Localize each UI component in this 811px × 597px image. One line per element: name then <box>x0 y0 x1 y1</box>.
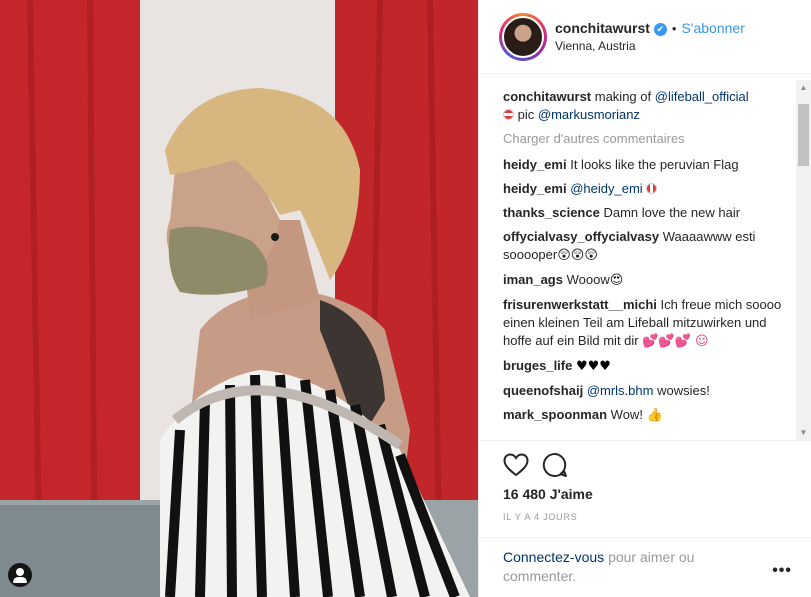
caption: conchitawurst making of @lifeball_offici… <box>503 88 785 124</box>
post-timestamp[interactable]: IL Y A 4 JOURS <box>503 512 578 522</box>
avatar-story-ring[interactable] <box>499 13 547 61</box>
scroll-up-arrow-icon[interactable]: ▲ <box>796 80 811 95</box>
comment-username[interactable]: offycialvasy_offycialvasy <box>503 229 659 244</box>
author-username[interactable]: conchitawurst <box>555 20 650 36</box>
comment-text: It looks like the peruvian Flag <box>570 157 739 172</box>
comment-username[interactable]: bruges_life <box>503 358 572 373</box>
comment-text: Wow! <box>610 407 643 422</box>
comment-emoji: 💕💕💕 ☺ <box>642 334 709 349</box>
comment-text: Damn love the new hair <box>603 205 741 220</box>
comment-username[interactable]: mark_spoonman <box>503 407 607 422</box>
post-sidebar: conchitawurst ✔ • S'abonner Vienna, Austria… <box>478 0 811 597</box>
avatar[interactable] <box>502 16 544 58</box>
post-header: conchitawurst ✔ • S'abonner Vienna, Austria <box>479 0 811 74</box>
comment-item: heidy_emi It looks like the peruvian Fla… <box>503 156 785 174</box>
likes-count[interactable]: 16 480 J'aime <box>503 486 593 502</box>
location-link[interactable]: Vienna, Austria <box>555 39 745 53</box>
comment-item: iman_ags Wooow😍 <box>503 271 785 290</box>
comment-item: bruges_life ♥♥♥ <box>503 357 785 376</box>
comment-text: Wooow <box>566 272 610 287</box>
login-link[interactable]: Connectez-vous <box>503 549 604 565</box>
comment-mention[interactable]: @mrls.bhm <box>587 383 654 398</box>
austria-flag-emoji-icon <box>503 109 514 120</box>
user-tag-icon[interactable] <box>8 563 32 587</box>
login-prompt: Connectez-vous pour aimer ou commenter. <box>503 548 733 586</box>
comment-item: thanks_science Damn love the new hair <box>503 204 785 222</box>
post-footer: Connectez-vous pour aimer ou commenter. … <box>479 537 811 597</box>
comments-list: conchitawurst making of @lifeball_offici… <box>503 88 785 440</box>
comment-item: heidy_emi @heidy_emi <box>503 180 785 198</box>
peru-flag-emoji-icon <box>646 183 658 194</box>
comment-username[interactable]: frisurenwerkstatt__michi <box>503 297 657 312</box>
caption-mention[interactable]: @lifeball_official <box>655 89 749 104</box>
comment-username[interactable]: heidy_emi <box>503 157 567 172</box>
post-photo[interactable] <box>0 0 478 597</box>
comment-mention[interactable]: @heidy_emi <box>570 181 642 196</box>
comment-username[interactable]: heidy_emi <box>503 181 567 196</box>
comment-emoji: 😍 <box>609 273 624 288</box>
comment-item: frisurenwerkstatt__michi Ich freue mich … <box>503 296 785 351</box>
comment-item: mark_spoonman Wow! 👍 <box>503 406 785 425</box>
follow-button[interactable]: S'abonner <box>681 20 744 36</box>
caption-text: making of <box>594 89 652 104</box>
heart-icon[interactable] <box>503 453 529 477</box>
separator: • <box>671 21 677 36</box>
comment-icon[interactable] <box>542 452 568 478</box>
comment-username[interactable]: iman_ags <box>503 272 563 287</box>
comments-scrollbar[interactable]: ▲ ▼ <box>796 80 811 440</box>
comment-emoji: 😲😲😲 <box>557 248 598 263</box>
comment-item: offycialvasy_offycialvasy Waaaawww esti … <box>503 228 785 265</box>
comment-emoji: 👍 <box>646 408 663 423</box>
comment-text: wowsies! <box>657 383 710 398</box>
caption-mention-2[interactable]: @markusmorianz <box>538 107 640 122</box>
caption-username[interactable]: conchitawurst <box>503 89 591 104</box>
comment-item: queenofshaij @mrls.bhm wowsies! <box>503 382 785 400</box>
load-more-comments-button[interactable]: Charger d'autres commentaires <box>503 130 785 148</box>
post-actions: 16 480 J'aime IL Y A 4 JOURS <box>479 440 811 540</box>
more-options-button[interactable]: ••• <box>772 562 792 580</box>
caption-text-2: pic <box>517 107 535 122</box>
photo-illustration <box>0 0 478 597</box>
verified-badge-icon: ✔ <box>653 23 667 36</box>
comment-username[interactable]: thanks_science <box>503 205 600 220</box>
header-text: conchitawurst ✔ • S'abonner Vienna, Austria <box>555 20 745 53</box>
hearts-emoji: ♥♥♥ <box>575 359 611 374</box>
instagram-post-view: conchitawurst ✔ • S'abonner Vienna, Austria… <box>0 0 811 597</box>
comment-username[interactable]: queenofshaij <box>503 383 583 398</box>
scroll-down-arrow-icon[interactable]: ▼ <box>796 425 811 440</box>
scrollbar-thumb[interactable] <box>798 104 809 166</box>
